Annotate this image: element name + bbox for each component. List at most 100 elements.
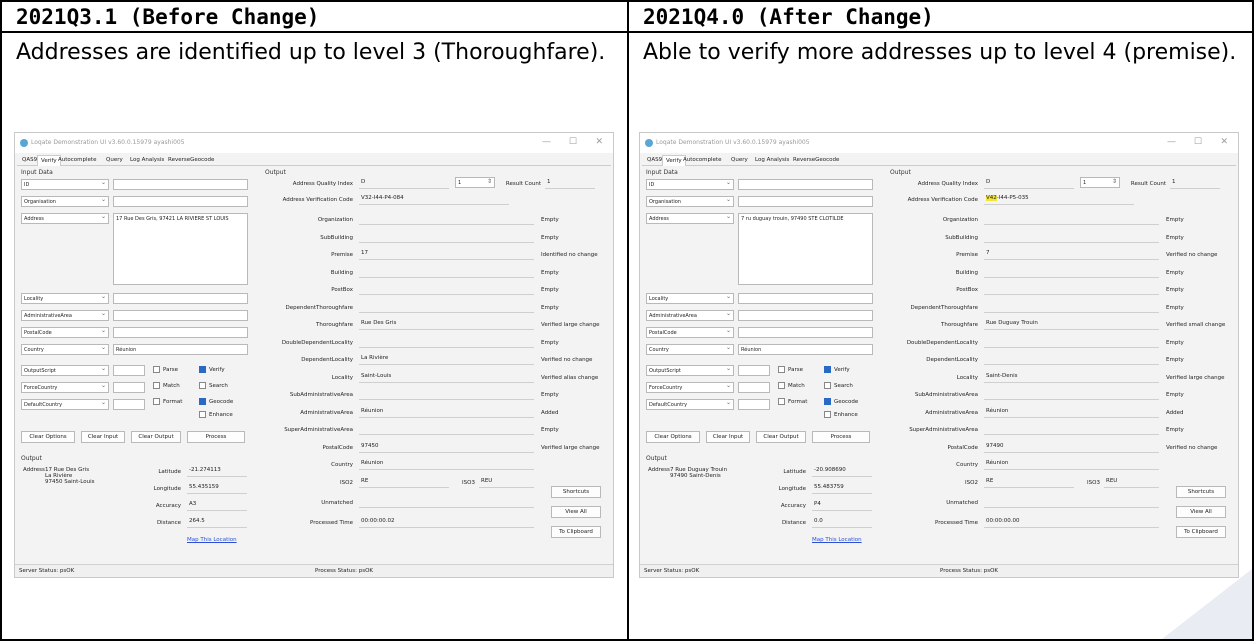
option-select[interactable]: ForceCountry (646, 382, 734, 393)
checkbox-box[interactable] (778, 382, 785, 389)
input-value-field[interactable]: Réunion (738, 344, 873, 355)
search-checkbox[interactable]: Search (824, 382, 853, 389)
result-index-spinner[interactable]: 1 (455, 177, 495, 188)
option-select[interactable]: OutputScript (21, 365, 109, 376)
enhance-checkbox[interactable]: Enhance (199, 411, 233, 418)
match-checkbox[interactable]: Match (778, 382, 805, 389)
input-type-select[interactable]: AdministrativeArea (646, 310, 734, 321)
tab-autocomplete[interactable]: Autocomplete (55, 155, 99, 166)
to-clipboard-button[interactable]: To Clipboard (1176, 525, 1226, 538)
clear-input-button[interactable]: Clear Input (706, 431, 750, 443)
input-type-select[interactable]: Address (21, 213, 109, 224)
input-value-field[interactable] (738, 327, 873, 338)
clear-input-button[interactable]: Clear Input (81, 431, 125, 443)
input-type-select[interactable]: Organisation (21, 196, 109, 207)
input-value-field[interactable] (113, 310, 248, 321)
clear-options-button[interactable]: Clear Options (646, 431, 700, 443)
input-type-select[interactable]: ID (646, 179, 734, 190)
process-button[interactable]: Process (812, 431, 870, 443)
checkbox-box[interactable] (824, 398, 831, 405)
view-all-button[interactable]: View All (1176, 505, 1226, 518)
clear-options-button[interactable]: Clear Options (21, 431, 75, 443)
shortcuts-button[interactable]: Shortcuts (551, 485, 601, 498)
search-checkbox[interactable]: Search (199, 382, 228, 389)
enhance-checkbox[interactable]: Enhance (824, 411, 858, 418)
input-type-select[interactable]: Address (646, 213, 734, 224)
input-value-field[interactable] (113, 327, 248, 338)
checkbox-box[interactable] (778, 366, 785, 373)
input-value-field[interactable] (738, 310, 873, 321)
input-type-select[interactable]: PostalCode (21, 327, 109, 338)
organisation-input[interactable] (738, 196, 873, 207)
match-checkbox[interactable]: Match (153, 382, 180, 389)
id-input[interactable] (738, 179, 873, 190)
clear-output-button[interactable]: Clear Output (756, 431, 806, 443)
tab-query[interactable]: Query (728, 155, 751, 166)
checkbox-box[interactable] (153, 398, 160, 405)
tab-autocomplete[interactable]: Autocomplete (680, 155, 724, 166)
address-input[interactable]: 7 ru duguay trouin, 97490 STE CLOTILDE (738, 213, 873, 285)
input-value-field[interactable] (738, 293, 873, 304)
option-value-field[interactable] (738, 382, 770, 393)
clear-output-button[interactable]: Clear Output (131, 431, 181, 443)
tab-query[interactable]: Query (103, 155, 126, 166)
checkbox-box[interactable] (153, 382, 160, 389)
input-type-select[interactable]: Organisation (646, 196, 734, 207)
close-icon[interactable]: ✕ (595, 137, 603, 147)
tab-reversegeocode[interactable]: ReverseGeocode (165, 155, 217, 166)
option-value-field[interactable] (113, 399, 145, 410)
option-value-field[interactable] (738, 399, 770, 410)
input-type-select[interactable]: Country (21, 344, 109, 355)
tab-reversegeocode[interactable]: ReverseGeocode (790, 155, 842, 166)
maximize-icon[interactable]: ☐ (569, 137, 577, 147)
map-location-link[interactable]: Map This Location (812, 537, 862, 543)
option-value-field[interactable] (738, 365, 770, 376)
option-select[interactable]: DefaultCountry (21, 399, 109, 410)
input-type-select[interactable]: AdministrativeArea (21, 310, 109, 321)
checkbox-box[interactable] (824, 366, 831, 373)
input-value-field[interactable]: Réunion (113, 344, 248, 355)
option-value-field[interactable] (113, 365, 145, 376)
address-input[interactable]: 17 Rue Des Gris, 97421 LA RIVIERE ST LOU… (113, 213, 248, 285)
tab-log-analysis[interactable]: Log Analysis (127, 155, 167, 166)
shortcuts-button[interactable]: Shortcuts (1176, 485, 1226, 498)
close-icon[interactable]: ✕ (1220, 137, 1228, 147)
id-input[interactable] (113, 179, 248, 190)
verify-checkbox[interactable]: Verify (824, 366, 850, 373)
checkbox-box[interactable] (199, 411, 206, 418)
minimize-icon[interactable]: — (1167, 137, 1176, 147)
input-type-select[interactable]: Locality (21, 293, 109, 304)
minimize-icon[interactable]: — (542, 137, 551, 147)
checkbox-box[interactable] (199, 398, 206, 405)
process-button[interactable]: Process (187, 431, 245, 443)
maximize-icon[interactable]: ☐ (1194, 137, 1202, 147)
input-type-select[interactable]: ID (21, 179, 109, 190)
to-clipboard-button[interactable]: To Clipboard (551, 525, 601, 538)
view-all-button[interactable]: View All (551, 505, 601, 518)
input-type-select[interactable]: Locality (646, 293, 734, 304)
checkbox-box[interactable] (153, 366, 160, 373)
format-checkbox[interactable]: Format (778, 398, 807, 405)
option-value-field[interactable] (113, 382, 145, 393)
organisation-input[interactable] (113, 196, 248, 207)
checkbox-box[interactable] (824, 382, 831, 389)
option-select[interactable]: ForceCountry (21, 382, 109, 393)
checkbox-box[interactable] (199, 366, 206, 373)
verify-checkbox[interactable]: Verify (199, 366, 225, 373)
parse-checkbox[interactable]: Parse (153, 366, 178, 373)
tab-log-analysis[interactable]: Log Analysis (752, 155, 792, 166)
geocode-checkbox[interactable]: Geocode (824, 398, 858, 405)
parse-checkbox[interactable]: Parse (778, 366, 803, 373)
option-select[interactable]: DefaultCountry (646, 399, 734, 410)
option-select[interactable]: OutputScript (646, 365, 734, 376)
checkbox-box[interactable] (199, 382, 206, 389)
input-type-select[interactable]: PostalCode (646, 327, 734, 338)
checkbox-box[interactable] (778, 398, 785, 405)
format-checkbox[interactable]: Format (153, 398, 182, 405)
input-type-select[interactable]: Country (646, 344, 734, 355)
geocode-checkbox[interactable]: Geocode (199, 398, 233, 405)
map-location-link[interactable]: Map This Location (187, 537, 237, 543)
input-value-field[interactable] (113, 293, 248, 304)
checkbox-box[interactable] (824, 411, 831, 418)
result-index-spinner[interactable]: 1 (1080, 177, 1120, 188)
